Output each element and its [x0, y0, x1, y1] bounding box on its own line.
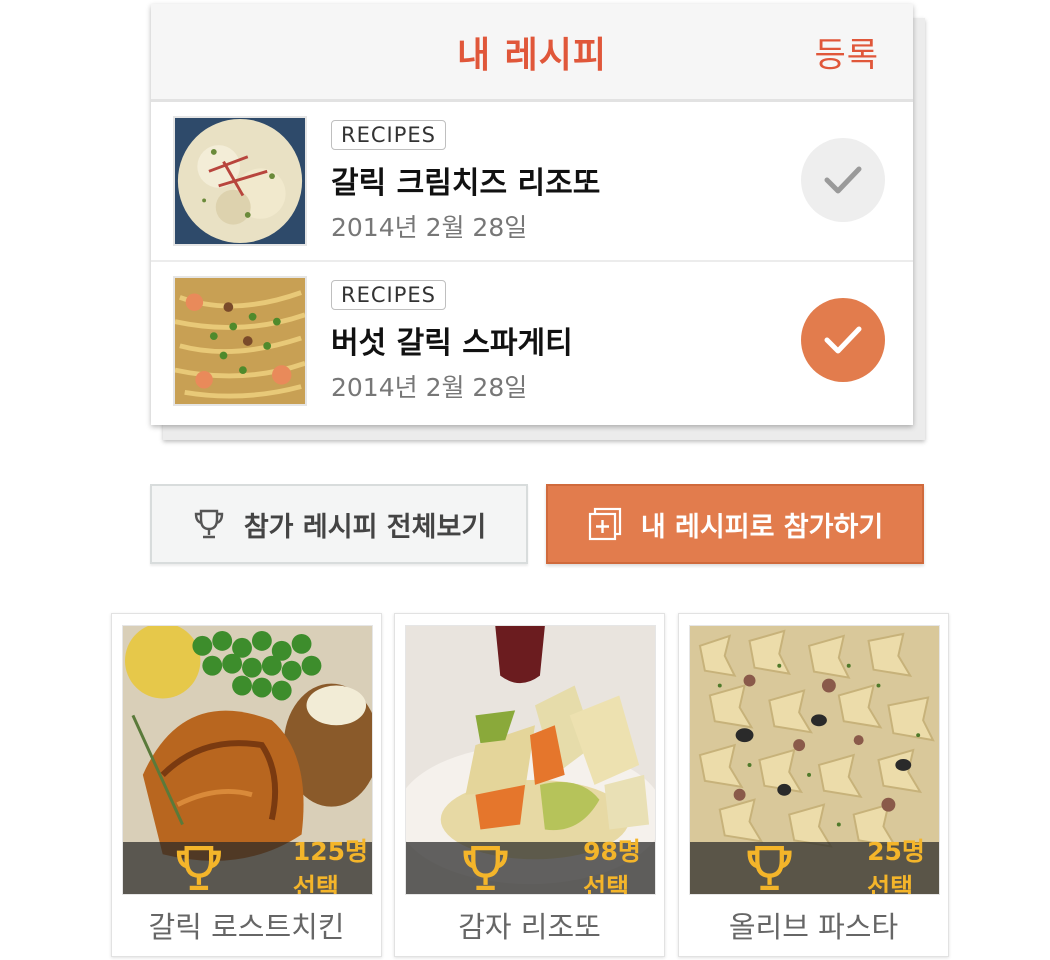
recipe-title: 갈릭 크림치즈 리조또	[331, 166, 601, 201]
add-copy-icon	[587, 506, 623, 542]
selection-count-bar: 125명 선택	[123, 837, 372, 894]
card-title: 감자 리조또	[458, 910, 601, 944]
check-icon	[824, 326, 862, 354]
selection-count: 125명 선택	[292, 837, 368, 895]
panel-header: 내 레시피 등록	[151, 4, 913, 102]
trophy-icon	[192, 507, 226, 541]
recipe-tag: RECIPES	[331, 120, 446, 150]
recipe-thumbnail-risotto	[173, 116, 307, 246]
view-all-label: 참가 레시피 전체보기	[243, 511, 487, 543]
select-checkbox[interactable]	[801, 298, 885, 382]
recipe-date: 2014년 2월 28일	[331, 373, 528, 402]
roast-chicken-photo: 125명 선택	[122, 625, 373, 895]
trophy-icon	[176, 845, 221, 891]
trophy-icon	[747, 845, 792, 891]
recipe-thumbnail-spaghetti	[173, 276, 307, 406]
recipe-date: 2014년 2월 28일	[331, 213, 528, 242]
selection-count: 25명 선택	[867, 837, 925, 895]
join-label: 내 레시피로 참가하기	[640, 511, 884, 543]
potato-risotto-photo: 98명 선택	[405, 625, 656, 895]
selection-count: 98명 선택	[583, 837, 641, 895]
recipe-card-roast-chicken[interactable]: 125명 선택 갈릭 로스트치킨	[111, 613, 382, 957]
olive-pasta-photo: 25명 선택	[689, 625, 940, 895]
trophy-icon	[463, 845, 508, 891]
recipe-row[interactable]: RECIPES 갈릭 크림치즈 리조또 2014년 2월 28일	[151, 102, 913, 262]
recipe-card-olive-pasta[interactable]: 25명 선택 올리브 파스타	[678, 613, 949, 957]
page-title: 내 레시피	[456, 34, 607, 76]
check-icon	[824, 166, 862, 194]
recipe-tag: RECIPES	[331, 280, 446, 310]
recipe-row[interactable]: RECIPES 버섯 갈릭 스파게티 2014년 2월 28일	[151, 262, 913, 422]
card-title: 올리브 파스타	[728, 910, 899, 944]
select-checkbox[interactable]	[801, 138, 885, 222]
recipe-card-potato-risotto[interactable]: 98명 선택 감자 리조또	[394, 613, 665, 957]
selection-count-bar: 25명 선택	[690, 837, 939, 894]
register-button[interactable]: 등록	[814, 27, 879, 76]
join-with-my-recipe-button[interactable]: 내 레시피로 참가하기	[546, 484, 924, 564]
recipe-title: 버섯 갈릭 스파게티	[331, 326, 573, 361]
selection-count-bar: 98명 선택	[406, 837, 655, 894]
card-title: 갈릭 로스트치킨	[148, 910, 345, 944]
my-recipes-panel: 내 레시피 등록 RECIPES 갈릭 크림치즈 리조또 2014년 2월 28…	[151, 4, 913, 425]
view-all-entries-button[interactable]: 참가 레시피 전체보기	[150, 484, 528, 564]
